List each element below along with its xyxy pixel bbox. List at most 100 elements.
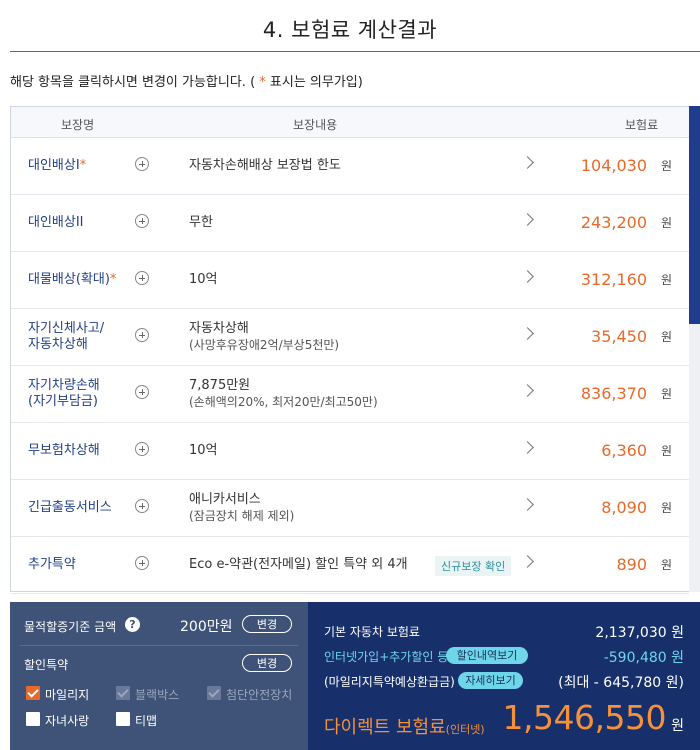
coverage-name: 대인배상I * xyxy=(28,137,86,194)
premium-amount: 890 xyxy=(616,555,647,574)
premium-currency: 원 xyxy=(660,387,672,401)
premium-amount: 8,090 xyxy=(601,498,647,517)
mileage-refund-value: (최대 - 645,780 원) xyxy=(558,675,684,691)
checkbox-safety xyxy=(207,686,221,700)
final-premium-amount: 1,546,550 xyxy=(502,698,667,737)
property-damage-label: 물적할증기준 금액 xyxy=(24,620,117,634)
table-row[interactable]: 긴급출동서비스 애니카서비스 (잠금장치 해제 제외) 8,090 원 xyxy=(11,479,689,537)
checkbox-children[interactable] xyxy=(26,712,40,726)
premium-amount: 312,160 xyxy=(580,270,647,289)
coverage-name: 무보험차상해 xyxy=(28,422,100,479)
premium-amount: 35,450 xyxy=(591,327,647,346)
chevron-right-icon[interactable] xyxy=(521,384,534,397)
plus-circle-icon[interactable] xyxy=(135,556,149,570)
chevron-right-icon[interactable] xyxy=(521,441,534,454)
premium-currency: 원 xyxy=(660,273,672,287)
coverage-content-text: 자동차손해배상 보장법 한도 xyxy=(189,157,341,173)
coverage-name-text: 자기차량손해 (자기부담금) xyxy=(28,377,100,409)
premium-currency: 원 xyxy=(660,558,672,572)
discount-detail-button[interactable]: 할인내역보기 xyxy=(446,647,528,664)
table-row[interactable]: 대인배상II 무한 243,200 원 xyxy=(11,194,689,252)
coverage-name-text: 대인배상II xyxy=(28,214,84,230)
checkbox-blackbox xyxy=(116,686,130,700)
coverage-name: 자기차량손해 (자기부담금) xyxy=(28,365,100,422)
discount-label: 인터넷가입+추가할인 등 xyxy=(324,650,449,664)
coverage-content: 7,875만원 (손해액의20%, 최저20만/최고50만) xyxy=(189,365,378,422)
checkbox-tmap[interactable] xyxy=(116,712,130,726)
checkbox-mileage-label: 마일리지 xyxy=(45,688,90,702)
coverage-content-subtext: (잠금장치 해제 제외) xyxy=(189,508,295,523)
discount-change-button[interactable]: 변경 xyxy=(242,654,292,672)
coverage-name-text: 추가특약 xyxy=(28,556,76,572)
chevron-right-icon[interactable] xyxy=(521,156,534,169)
plus-circle-icon[interactable] xyxy=(135,157,149,171)
premium-summary-panel: 기본 자동차 보험료 2,137,030 원 인터넷가입+추가할인 등 할인내역… xyxy=(308,602,700,750)
premium-amount: 6,360 xyxy=(601,441,647,460)
table-row[interactable]: 자기차량손해 (자기부담금) 7,875만원 (손해액의20%, 최저20만/최고5… xyxy=(11,365,689,423)
final-premium-label-main: 다이렉트 보험료 xyxy=(324,717,446,738)
new-coverage-badge[interactable]: 신규보장 확인 xyxy=(435,556,512,576)
plus-circle-icon[interactable] xyxy=(135,385,149,399)
help-icon[interactable]: ? xyxy=(125,617,140,632)
discount-options-label: 할인특약 xyxy=(24,658,69,672)
checkbox-safety-label: 첨단안전장치 xyxy=(226,688,293,702)
chevron-right-icon[interactable] xyxy=(521,498,534,511)
coverage-content: 애니카서비스 (잠금장치 해제 제외) xyxy=(189,479,294,536)
panel-divider xyxy=(20,645,298,646)
mileage-refund-label: (마일리지특약예상환급금) xyxy=(324,675,455,689)
header-name: 보장명 xyxy=(61,118,95,132)
final-premium-unit: 원 xyxy=(671,718,684,734)
scrollbar-track[interactable] xyxy=(689,324,700,592)
checkbox-mileage[interactable] xyxy=(26,686,40,700)
coverage-name-text: 자기신체사고/ 자동차상해 xyxy=(28,320,105,352)
coverage-content-text: 10억 xyxy=(189,442,218,458)
property-change-button[interactable]: 변경 xyxy=(242,615,292,633)
coverage-name-text: 대물배상(확대) xyxy=(28,271,110,287)
premium-currency: 원 xyxy=(660,216,672,230)
base-premium-label: 기본 자동차 보험료 xyxy=(324,625,420,639)
table-row[interactable]: 대인배상I * 자동차손해배상 보장법 한도 104,030 원 xyxy=(11,137,689,195)
chevron-right-icon[interactable] xyxy=(521,327,534,340)
coverage-content-text: Eco e-약관(전자메일) 할인 특약 외 4개 xyxy=(189,556,408,572)
required-mark: * xyxy=(109,271,117,287)
chevron-right-icon[interactable] xyxy=(521,213,534,226)
header-premium: 보험료 xyxy=(625,118,659,132)
premium-currency: 원 xyxy=(660,444,672,458)
coverage-name: 자기신체사고/ 자동차상해 xyxy=(28,308,104,365)
final-premium-label: 다이렉트 보험료(인터넷) xyxy=(324,713,485,739)
notice-text: 해당 항목을 클릭하시면 변경이 가능합니다. ( * 표시는 의무가입) xyxy=(10,71,363,90)
premium-amount: 836,370 xyxy=(580,384,647,403)
premium-amount: 104,030 xyxy=(580,156,647,175)
coverage-content-text: 자동차상해 xyxy=(189,320,249,336)
coverage-name: 추가특약 xyxy=(28,536,76,593)
premium-currency: 원 xyxy=(660,159,672,173)
chevron-right-icon[interactable] xyxy=(521,270,534,283)
coverage-content: 10억 xyxy=(189,251,218,308)
base-premium-value: 2,137,030 원 xyxy=(595,625,684,641)
plus-circle-icon[interactable] xyxy=(135,328,149,342)
table-row[interactable]: 무보험차상해 10억 6,360 원 xyxy=(11,422,689,480)
premium-currency: 원 xyxy=(660,330,672,344)
coverage-content: 자동차손해배상 보장법 한도 xyxy=(189,137,341,194)
table-row[interactable]: 자기신체사고/ 자동차상해 자동차상해 (사망후유장애2억/부상5천만) 35,450… xyxy=(11,308,689,366)
table-row[interactable]: 추가특약 Eco e-약관(전자메일) 할인 특약 외 4개 신규보장 확인 890 원 xyxy=(11,536,689,594)
mileage-detail-button[interactable]: 자세히보기 xyxy=(458,672,523,689)
checkbox-blackbox-label: 블랙박스 xyxy=(135,688,180,702)
coverage-content: 10억 xyxy=(189,422,218,479)
plus-circle-icon[interactable] xyxy=(135,271,149,285)
final-premium-label-sub: (인터넷) xyxy=(445,723,485,736)
table-row[interactable]: 대물배상(확대) * 10억 312,160 원 xyxy=(11,251,689,309)
options-panel: 물적할증기준 금액 ? 200만원 변경 할인특약 변경 마일리지 블랙박스 첨… xyxy=(10,602,308,750)
plus-circle-icon[interactable] xyxy=(135,442,149,456)
chevron-right-icon[interactable] xyxy=(521,555,534,568)
header-content: 보장내용 xyxy=(293,118,338,132)
discount-value: -590,480 원 xyxy=(603,650,684,666)
scrollbar-thumb[interactable] xyxy=(689,106,700,324)
plus-circle-icon[interactable] xyxy=(135,214,149,228)
plus-circle-icon[interactable] xyxy=(135,499,149,513)
table-header: 보장명 보장내용 보험료 xyxy=(11,107,689,138)
coverage-table: 보장명 보장내용 보험료 대인배상I * 자동차손해배상 보장법 한도 104,030… xyxy=(10,106,690,594)
premium-amount: 243,200 xyxy=(580,213,647,232)
page-title: 4. 보험료 계산결과 xyxy=(262,18,438,42)
coverage-name-text: 무보험차상해 xyxy=(28,442,100,458)
